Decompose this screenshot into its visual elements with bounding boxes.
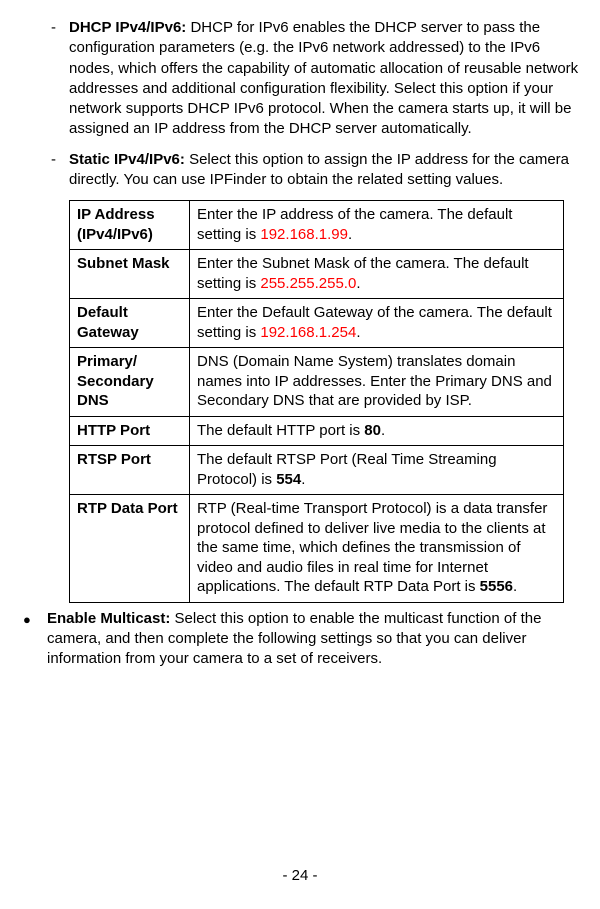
default-value: 5556	[480, 578, 513, 595]
http-port-value: The default HTTP port is 80.	[190, 416, 564, 446]
default-value: 192.168.1.254	[260, 324, 356, 341]
dns-label: Primary/ Secondary DNS	[70, 348, 190, 417]
table-row: Default Gateway Enter the Default Gatewa…	[70, 299, 564, 348]
text: .	[381, 422, 385, 439]
multicast-title: Enable Multicast:	[47, 610, 170, 627]
http-port-label: HTTP Port	[70, 416, 190, 446]
dhcp-body: DHCP IPv4/IPv6: DHCP for IPv6 enables th…	[69, 18, 584, 140]
gateway-label: Default Gateway	[70, 299, 190, 348]
static-item: - Static IPv4/IPv6: Select this option t…	[16, 150, 584, 191]
text: .	[513, 578, 517, 595]
default-value: 192.168.1.99	[260, 226, 348, 243]
dash-marker: -	[51, 150, 69, 191]
text: Enter the IP address of the camera. The …	[197, 206, 512, 243]
text: The default RTSP Port (Real Time Streami…	[197, 451, 497, 488]
table-row: RTP Data Port RTP (Real-time Transport P…	[70, 495, 564, 603]
rtp-port-value: RTP (Real-time Transport Protocol) is a …	[190, 495, 564, 603]
dash-marker: -	[51, 18, 69, 140]
table-row: HTTP Port The default HTTP port is 80.	[70, 416, 564, 446]
dns-value: DNS (Domain Name System) translates doma…	[190, 348, 564, 417]
dhcp-text: DHCP for IPv6 enables the DHCP server to…	[69, 19, 578, 137]
text: The default HTTP port is	[197, 422, 364, 439]
static-title: Static IPv4/IPv6:	[69, 151, 185, 168]
rtsp-port-label: RTSP Port	[70, 446, 190, 495]
multicast-body: Enable Multicast: Select this option to …	[47, 609, 584, 670]
ip-address-value: Enter the IP address of the camera. The …	[190, 201, 564, 250]
rtp-port-label: RTP Data Port	[70, 495, 190, 603]
table-row: Subnet Mask Enter the Subnet Mask of the…	[70, 250, 564, 299]
table-row: Primary/ Secondary DNS DNS (Domain Name …	[70, 348, 564, 417]
text: .	[348, 226, 352, 243]
subnet-mask-label: Subnet Mask	[70, 250, 190, 299]
page-number: - 24 -	[0, 866, 600, 886]
dhcp-item: - DHCP IPv4/IPv6: DHCP for IPv6 enables …	[16, 18, 584, 140]
default-value: 80	[364, 422, 381, 439]
default-value: 554	[276, 471, 301, 488]
multicast-item: ● Enable Multicast: Select this option t…	[16, 609, 584, 670]
ip-address-label: IP Address (IPv4/IPv6)	[70, 201, 190, 250]
default-value: 255.255.255.0	[260, 275, 356, 292]
dhcp-title: DHCP IPv4/IPv6:	[69, 19, 186, 36]
text: .	[356, 275, 360, 292]
text: .	[356, 324, 360, 341]
bullet-marker: ●	[23, 609, 47, 670]
rtsp-port-value: The default RTSP Port (Real Time Streami…	[190, 446, 564, 495]
text: Enter the Default Gateway of the camera.…	[197, 304, 552, 341]
table-row: RTSP Port The default RTSP Port (Real Ti…	[70, 446, 564, 495]
settings-table: IP Address (IPv4/IPv6) Enter the IP addr…	[69, 200, 564, 603]
gateway-value: Enter the Default Gateway of the camera.…	[190, 299, 564, 348]
text: Enter the Subnet Mask of the camera. The…	[197, 255, 529, 292]
table-row: IP Address (IPv4/IPv6) Enter the IP addr…	[70, 201, 564, 250]
text: .	[301, 471, 305, 488]
subnet-mask-value: Enter the Subnet Mask of the camera. The…	[190, 250, 564, 299]
static-body: Static IPv4/IPv6: Select this option to …	[69, 150, 584, 191]
